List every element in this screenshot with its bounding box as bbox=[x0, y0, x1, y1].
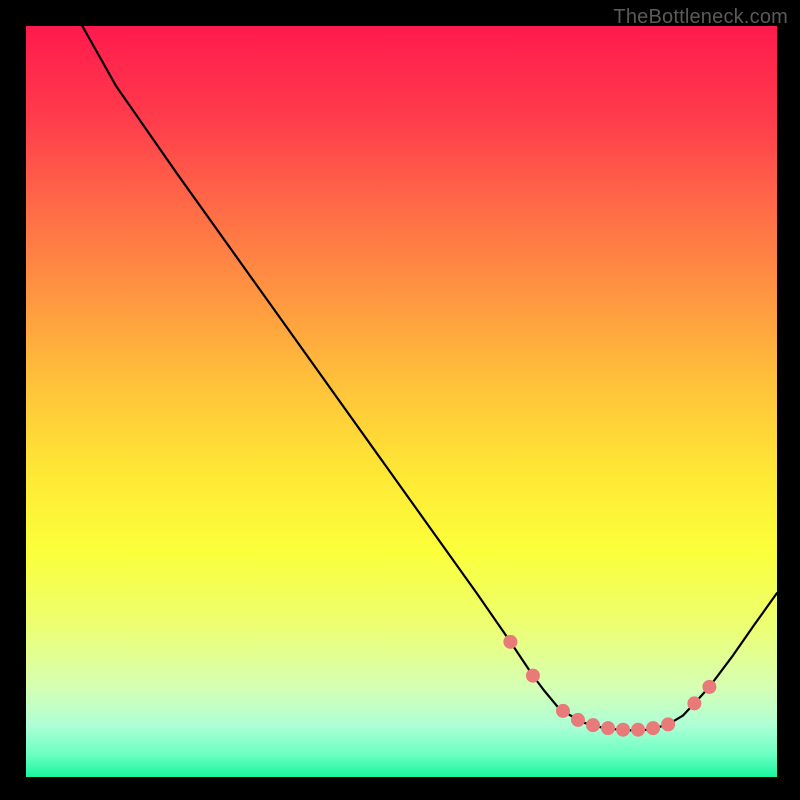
chart-container: { "watermark": "TheBottleneck.com", "cha… bbox=[0, 0, 800, 800]
plot-background bbox=[26, 26, 777, 777]
watermark: TheBottleneck.com bbox=[613, 6, 788, 29]
